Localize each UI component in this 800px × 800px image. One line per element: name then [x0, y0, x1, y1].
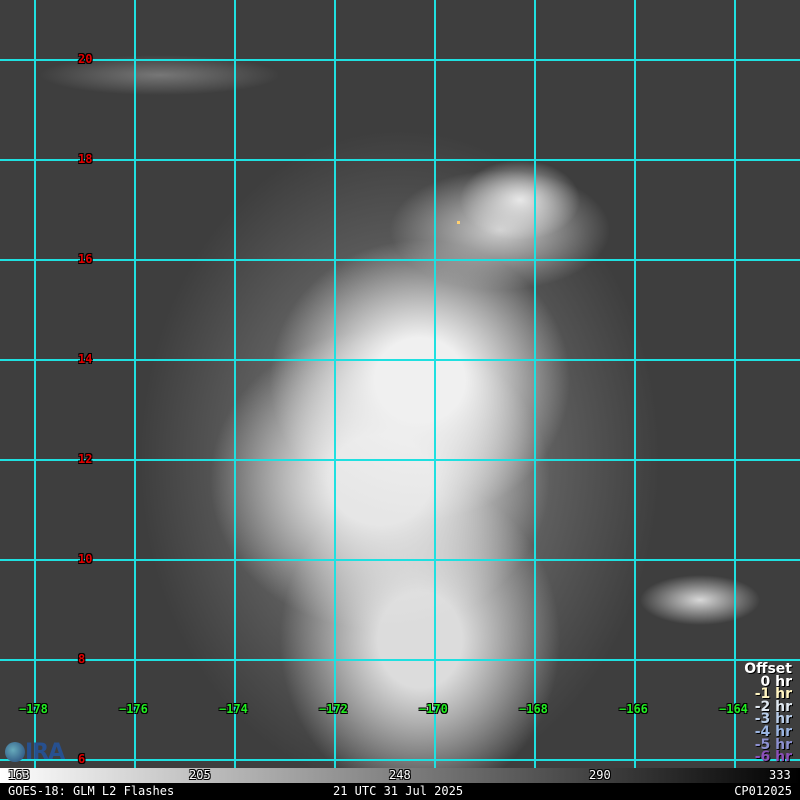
- lat-label: 14: [78, 352, 93, 366]
- legend-item: -6 hr: [754, 749, 792, 766]
- grid-line: [0, 659, 800, 661]
- grid-line: [0, 459, 800, 461]
- lat-label: 10: [78, 552, 93, 566]
- timestamp: 21 UTC 31 Jul 2025: [333, 784, 464, 798]
- lightning-flash-marker: [457, 221, 460, 224]
- colorbar-tick: 248: [389, 768, 411, 782]
- lon-label: −174: [219, 702, 248, 716]
- satellite-image: 20 18 16 14 12 10 8 6 −178 −176 −174 −17…: [0, 0, 800, 768]
- grid-line: [734, 0, 736, 768]
- grid-line: [234, 0, 236, 768]
- grid-line: [634, 0, 636, 768]
- grid-line: [0, 159, 800, 161]
- lat-label: 20: [78, 52, 93, 66]
- grid-line: [0, 259, 800, 261]
- grid-line: [134, 0, 136, 768]
- lat-label: 12: [78, 452, 93, 466]
- cira-logo: IRA: [5, 740, 65, 765]
- lon-label: −176: [119, 702, 148, 716]
- lat-label: 8: [78, 652, 86, 666]
- lat-label: 18: [78, 152, 93, 166]
- grid-line: [0, 359, 800, 361]
- lon-label: −170: [419, 702, 448, 716]
- lon-label: −172: [319, 702, 348, 716]
- grid-line: [34, 0, 36, 768]
- colorbar-tick: 205: [189, 768, 211, 782]
- grid-line: [0, 759, 800, 761]
- footer: GOES-18: GLM L2 Flashes 21 UTC 31 Jul 20…: [0, 783, 800, 800]
- colorbar-tick: 290: [589, 768, 611, 782]
- lon-label: −178: [19, 702, 48, 716]
- offset-legend: Offset 0 hr -1 hr -2 hr -3 hr -4 hr -5 h…: [744, 662, 792, 766]
- lon-label: −168: [519, 702, 548, 716]
- colorbar-tick: 163: [8, 768, 30, 782]
- colorbar-tick: 333: [769, 768, 791, 782]
- grid-line: [0, 559, 800, 561]
- lat-label: 6: [78, 752, 86, 766]
- grid-line: [334, 0, 336, 768]
- storm-id: CP012025: [734, 784, 792, 798]
- globe-icon: [5, 742, 25, 762]
- lat-label: 16: [78, 252, 93, 266]
- lon-label: −166: [619, 702, 648, 716]
- grid-line: [434, 0, 436, 768]
- grid-line: [534, 0, 536, 768]
- product-label: GOES-18: GLM L2 Flashes: [8, 784, 175, 798]
- grid-line: [0, 59, 800, 61]
